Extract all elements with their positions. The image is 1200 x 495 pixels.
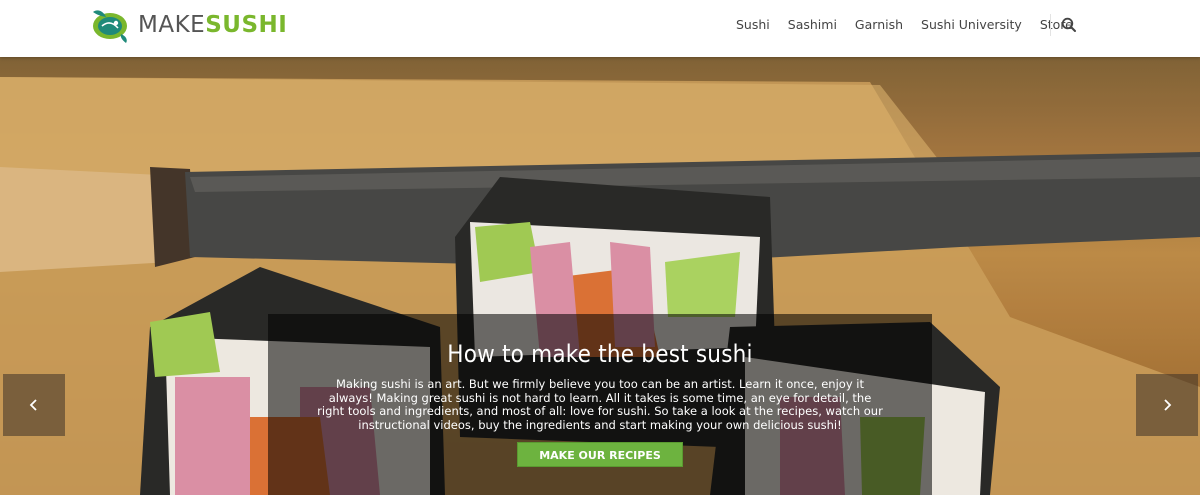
hero-title: How to make the best sushi <box>447 340 753 368</box>
hero-description: Making sushi is an art. But we firmly be… <box>317 377 883 432</box>
chevron-right-icon <box>1164 399 1172 411</box>
nav-divider <box>1050 14 1051 36</box>
nav-item-sushi[interactable]: Sushi <box>736 17 770 33</box>
nav-item-sashimi[interactable]: Sashimi <box>788 17 837 33</box>
brand-sushi: SUSHI <box>205 12 288 38</box>
nav-item-sushi-university[interactable]: Sushi University <box>921 17 1022 33</box>
hero-caption-panel: How to make the best sushi Making sushi … <box>268 314 932 495</box>
brand-make: MAKE <box>138 12 206 38</box>
make-our-recipes-button[interactable]: MAKE OUR RECIPES <box>517 442 683 467</box>
site-header: MAKESUSHI Sushi Sashimi Garnish Sushi Un… <box>0 0 1200 57</box>
search-icon <box>1061 17 1076 32</box>
prev-slide-button[interactable] <box>3 374 65 436</box>
fish-logo-icon <box>93 10 127 43</box>
next-slide-button[interactable] <box>1136 374 1198 436</box>
search-button[interactable] <box>1060 16 1078 34</box>
nav-item-garnish[interactable]: Garnish <box>855 17 903 33</box>
chevron-left-icon <box>29 399 37 411</box>
brand-name: MAKESUSHI <box>138 6 287 44</box>
main-nav: Sushi Sashimi Garnish Sushi University S… <box>736 17 1091 33</box>
hero-slider: How to make the best sushi Making sushi … <box>0 57 1200 495</box>
site-logo[interactable]: MAKESUSHI <box>88 6 287 44</box>
